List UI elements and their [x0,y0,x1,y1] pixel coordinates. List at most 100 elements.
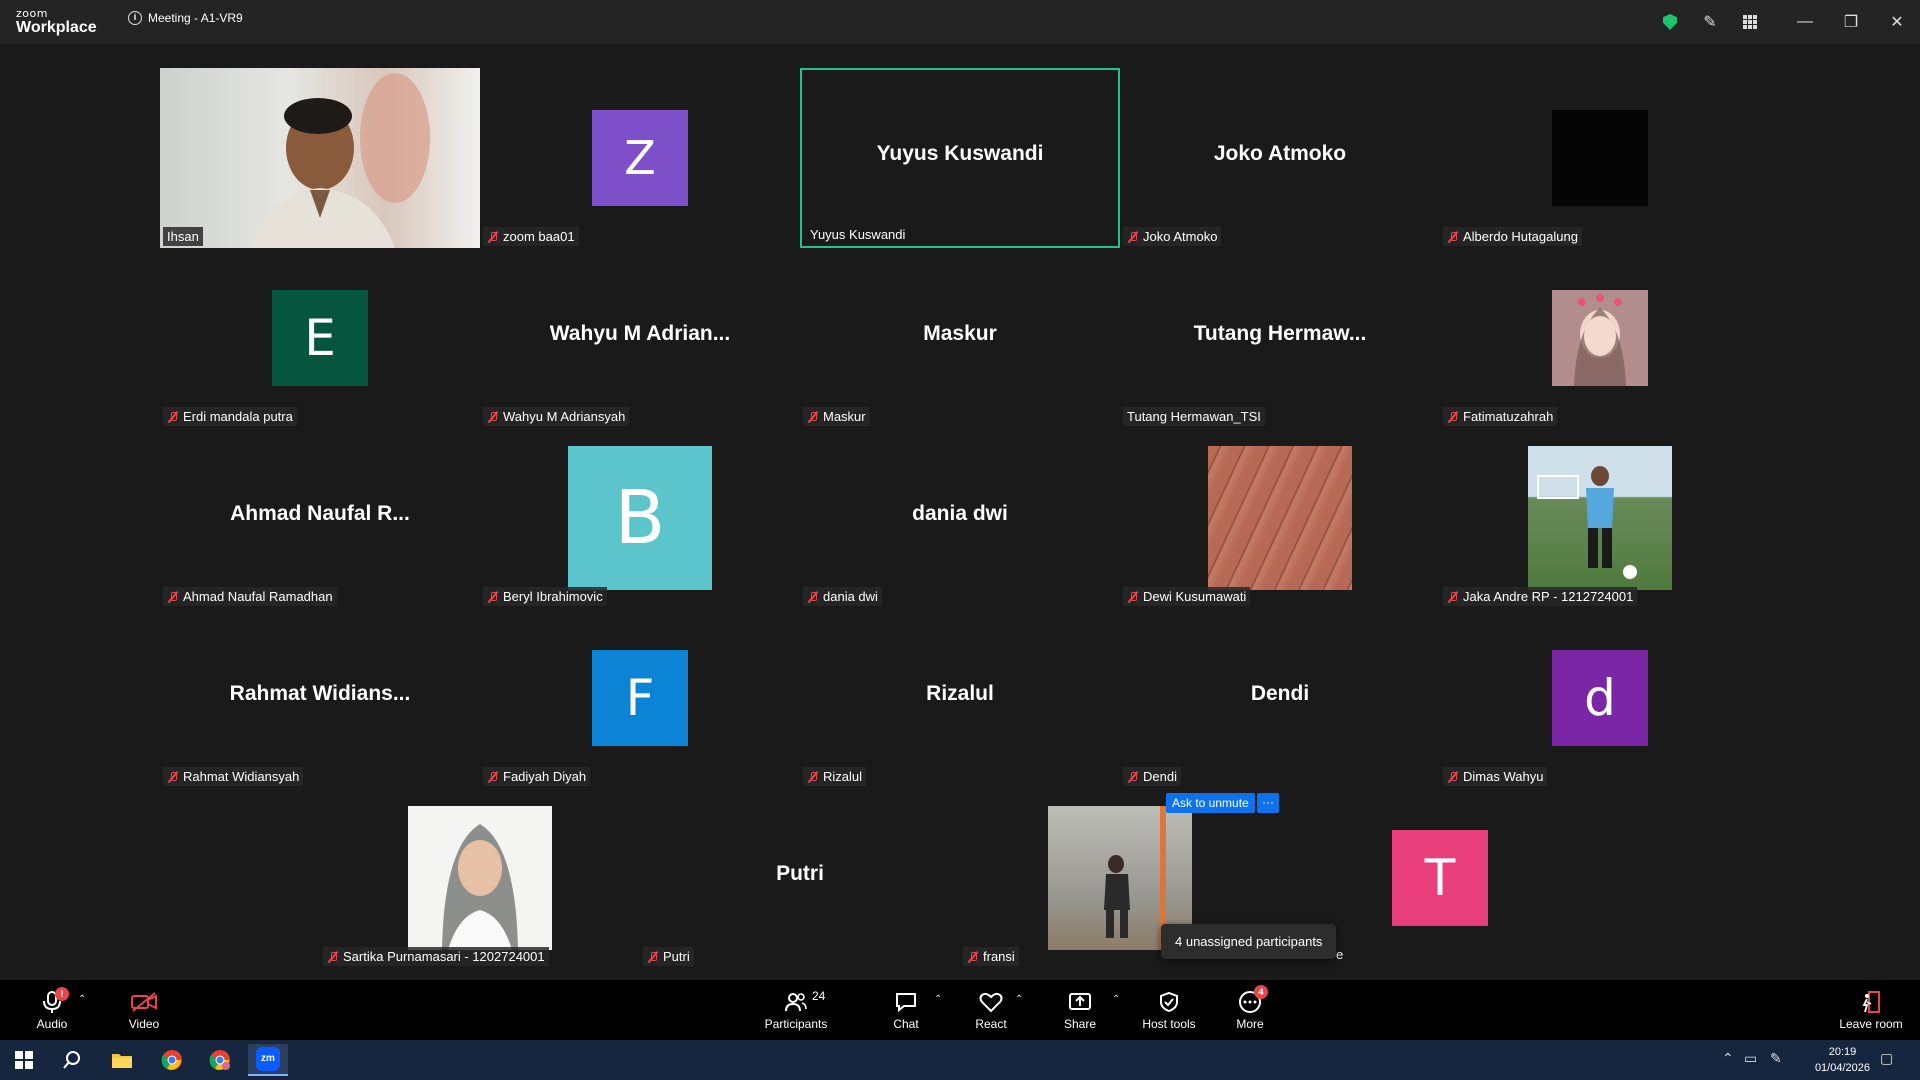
participant-name-label: Sartika Purnamasari - 1202724001 [323,947,549,966]
audio-label: Audio [36,1017,68,1031]
video-tile-maskur[interactable]: Maskur Maskur [800,248,1120,428]
react-button[interactable]: React [966,980,1016,1040]
video-tile-dewi-kusumawati[interactable]: Dewi Kusumawati [1120,428,1440,608]
meeting-info[interactable]: i Meeting - A1-VR9 [128,11,243,25]
chat-button[interactable]: Chat [882,980,930,1040]
minimize-button[interactable]: — [1782,0,1828,44]
host-tools-button[interactable]: Host tools [1136,980,1202,1040]
avatar: B [568,446,712,590]
avatar: E [272,290,368,386]
restore-button[interactable]: ❐ [1828,0,1874,44]
more-button[interactable]: 4 More [1228,980,1272,1040]
muted-mic-icon [967,951,979,963]
video-tile-zoom-baa01[interactable]: Z zoom baa01 [480,68,800,248]
notifications-icon[interactable]: ▢ [1880,1050,1893,1067]
muted-mic-icon [1127,231,1139,243]
muted-mic-icon [1447,771,1459,783]
participant-display-name: Rizalul [926,682,994,705]
windows-start-icon[interactable] [4,1044,44,1076]
video-tile-fatimatuzahrah[interactable]: Fatimatuzahrah [1440,248,1760,428]
video-button[interactable]: Video [118,980,170,1040]
muted-mic-icon [487,771,499,783]
video-tile-beryl-ibrahimovic[interactable]: B Beryl Ibrahimovic [480,428,800,608]
close-button[interactable]: ✕ [1874,0,1920,44]
tile-more-options-button[interactable]: ··· [1257,793,1279,813]
muted-mic-icon [167,771,179,783]
video-tile-joko-atmoko[interactable]: Joko Atmoko Joko Atmoko [1120,68,1440,248]
video-tile-yuyus-kuswandi[interactable]: Yuyus Kuswandi Yuyus Kuswandi [800,68,1120,248]
chat-label: Chat [893,1017,919,1031]
leave-door-icon [1859,989,1883,1015]
participant-name-label: Dewi Kusumawati [1123,587,1251,606]
video-tile-putri[interactable]: Putri Putri [640,788,960,968]
chat-options-chevron[interactable]: ⌃ [934,994,942,1005]
video-tile-erdi-mandala-putra[interactable]: E Erdi mandala putra [160,248,480,428]
chrome-profile-icon[interactable] [200,1044,240,1076]
muted-mic-icon [1447,411,1459,423]
muted-mic-icon [1127,591,1139,603]
participant-display-name: Joko Atmoko [1213,142,1347,165]
zoom-app-icon[interactable]: zm [248,1044,288,1076]
participant-name-label: Erdi mandala putra [163,407,297,426]
share-button[interactable]: Share [1056,980,1104,1040]
video-tile-dania-dwi[interactable]: dania dwi dania dwi [800,428,1120,608]
avatar: T [1392,830,1488,926]
zoom-logo: zoom Workplace [16,8,97,36]
audio-options-chevron[interactable]: ⌃ [78,994,86,1005]
video-tile-alberdo-hutagalung[interactable]: Alberdo Hutagalung [1440,68,1760,248]
participant-name-label: Rahmat Widiansyah [163,767,304,786]
muted-mic-icon [1447,231,1459,243]
video-tile-jaka-andre[interactable]: Jaka Andre RP - 1212724001 [1440,428,1760,608]
search-icon[interactable] [52,1044,92,1076]
video-tile-sartika-purnamasari[interactable]: Sartika Purnamasari - 1202724001 [320,788,640,968]
video-tile-rahmat-widiansyah[interactable]: Rahmat Widians... Rahmat Widiansyah [160,608,480,788]
audio-button[interactable]: ! Audio [24,980,80,1040]
tray-chevron-icon[interactable]: ⌃ [1722,1050,1734,1067]
gallery-view: Ihsan Z zoom baa01 Yuyus Kuswandi Yuyus … [0,44,1920,980]
react-options-chevron[interactable]: ⌃ [1015,994,1023,1005]
network-icon[interactable]: ▭ [1744,1050,1757,1067]
clock-time: 20:19 [1828,1046,1857,1058]
apps-grid-icon[interactable] [1730,0,1770,44]
windows-taskbar: zm ⌃ ▭ ✎ 20:19 01/04/2026 ▢ [0,1040,1920,1080]
video-tile-tutang-hermawan[interactable]: Tutang Hermaw... Tutang Hermawan_TSI [1120,248,1440,428]
unassigned-participants-tooltip: 4 unassigned participants [1161,924,1337,959]
participant-name-label: zoom baa01 [483,227,579,246]
more-notification-badge: 4 [1254,985,1268,999]
annotate-pencil-icon[interactable]: ✎ [1690,0,1730,44]
share-options-chevron[interactable]: ⌃ [1112,994,1120,1005]
video-tile-rizalul[interactable]: Rizalul Rizalul [800,608,1120,788]
participant-display-name: Dendi [1250,682,1310,705]
participant-name-label: Yuyus Kuswandi [810,227,906,242]
clock-date: 01/04/2026 [1814,1062,1870,1074]
participants-button[interactable]: 24 Participants [756,980,836,1040]
leave-room-button[interactable]: Leave room [1836,980,1906,1040]
heart-icon [979,989,1003,1015]
ask-to-unmute-button[interactable]: Ask to unmute [1166,793,1255,813]
muted-mic-icon [487,411,499,423]
zoom-logo-icon: zm [256,1047,280,1071]
audio-warning-badge: ! [55,987,69,1001]
video-tile-ahmad-naufal-ramadhan[interactable]: Ahmad Naufal R... Ahmad Naufal Ramadhan [160,428,480,608]
system-clock[interactable]: 20:19 01/04/2026 [1815,1044,1870,1076]
info-icon[interactable]: i [128,11,142,25]
pen-icon[interactable]: ✎ [1770,1050,1782,1067]
video-tile-ihsan[interactable]: Ihsan [160,68,480,248]
partial-name-label: e [1336,947,1344,962]
participant-name-label: Fatimatuzahrah [1443,407,1558,426]
title-bar-controls: ✎ — ❐ ✕ [1650,0,1920,44]
participant-display-name: Wahyu M Adrian... [549,322,731,345]
share-screen-icon [1068,989,1092,1015]
security-shield-icon[interactable] [1650,0,1690,44]
video-tile-dendi[interactable]: Dendi Dendi [1120,608,1440,788]
chrome-icon[interactable] [152,1044,192,1076]
chat-bubble-icon [894,989,918,1015]
more-label: More [1236,1017,1264,1031]
video-tile-dimas-wahyu[interactable]: d Dimas Wahyu [1440,608,1760,788]
host-shield-icon [1158,989,1180,1015]
file-explorer-icon[interactable] [102,1044,142,1076]
video-tile-wahyu-m-adriansyah[interactable]: Wahyu M Adrian... Wahyu M Adriansyah [480,248,800,428]
react-label: React [975,1017,1007,1031]
participant-display-name: Rahmat Widians... [229,682,411,705]
video-tile-fadiyah-diyah[interactable]: F Fadiyah Diyah [480,608,800,788]
